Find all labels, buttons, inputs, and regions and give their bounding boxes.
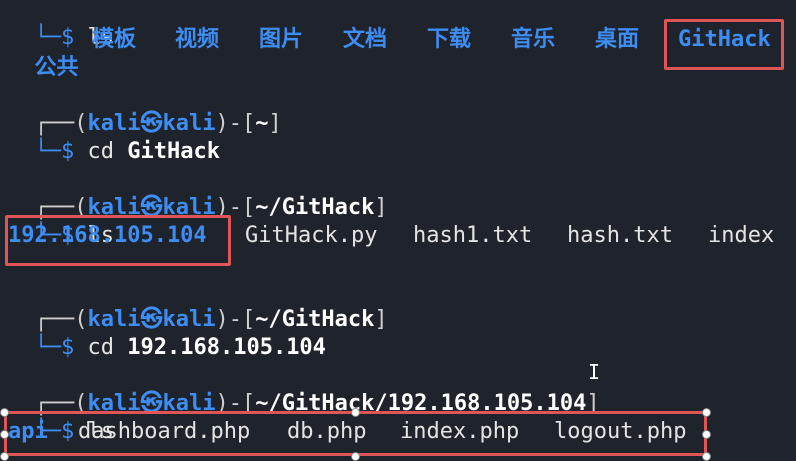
ls-output-folder: 文档 (343, 26, 387, 54)
prompt-symbol: └─$ (34, 335, 75, 360)
ls-output-folders: 公共 (8, 26, 79, 80)
folder-entry: 下载 (427, 27, 472, 52)
folder-entry: 图片 (259, 27, 304, 52)
folder-entry: 桌面 (595, 27, 640, 52)
resize-handle[interactable] (0, 408, 9, 417)
folder-entry: 视频 (175, 27, 220, 52)
prompt-line-3: └─$ cd 192.168.105.104 (8, 306, 326, 360)
highlight-box-selection[interactable] (4, 411, 707, 456)
folder-entry: 模板 (92, 27, 137, 52)
ls-output-folder: 模板 (92, 26, 136, 54)
prompt-line-top: └─$ ls (8, 0, 115, 50)
ls-output-folder: 桌面 (595, 26, 639, 54)
highlight-box-ip (5, 215, 231, 266)
ls-output-folder: 图片 (259, 26, 303, 54)
prompt-header-4: ┌──(kali㉿kali)-[~/GitHack/192.168.105.10… (34, 391, 600, 416)
resize-handle[interactable] (702, 408, 711, 417)
prompt-path: ~ (255, 111, 269, 136)
command-text: cd (87, 335, 115, 360)
prompt-symbol: └─$ (34, 139, 75, 164)
resize-handle[interactable] (0, 452, 9, 461)
prompt-header-2: ┌──(kali㉿kali)-[~/GitHack] (34, 195, 388, 220)
folder-entry: 文档 (343, 27, 388, 52)
resize-handle[interactable] (351, 452, 360, 461)
file-entry: index (708, 223, 775, 248)
command-arg: GitHack (127, 139, 220, 164)
folder-entry: 公共 (34, 55, 79, 80)
prompt-line-1: └─$ cd GitHack (8, 110, 220, 164)
command-arg: 192.168.105.104 (127, 335, 326, 360)
file-entry: GitHack.py (245, 223, 378, 248)
file-entry: hash1.txt (413, 223, 533, 248)
ls-output-folder: 视频 (175, 26, 219, 54)
ls-output-folder: 音乐 (511, 26, 555, 54)
ls-output-folder: 下载 (427, 26, 471, 54)
resize-handle[interactable] (0, 430, 9, 439)
resize-handle[interactable] (351, 408, 360, 417)
highlight-box-githack (664, 19, 784, 70)
prompt-header-1: ┌──(kali㉿kali)-[~] (34, 111, 282, 136)
file-entry: hash.txt (567, 223, 673, 248)
resize-handle[interactable] (702, 430, 711, 439)
text-cursor-icon: I (588, 360, 601, 384)
folder-entry: 音乐 (511, 27, 556, 52)
command-text: cd (87, 139, 115, 164)
prompt-header-3: ┌──(kali㉿kali)-[~/GitHack] (34, 307, 388, 332)
resize-handle[interactable] (702, 452, 711, 461)
prompt-path: ~/GitHack (255, 195, 375, 220)
